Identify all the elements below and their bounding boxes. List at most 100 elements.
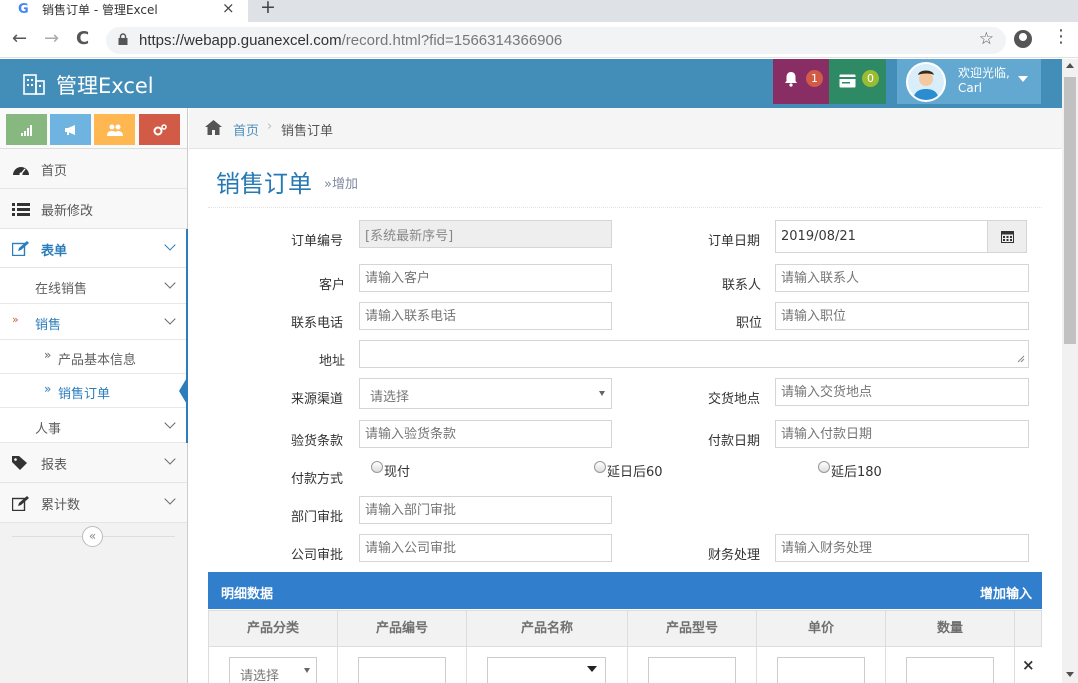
active-border (186, 229, 188, 443)
phone-field[interactable] (359, 302, 612, 330)
forward-icon[interactable]: → (44, 28, 59, 49)
dept-approval-label: 部门审批 (291, 510, 344, 525)
radio-label: 延后180 (831, 465, 882, 480)
sidebar-item-online-sales[interactable]: 在线销售 (0, 268, 187, 304)
radio-pay-60[interactable] (594, 461, 606, 473)
cogs-icon (153, 124, 167, 136)
company-approval-field[interactable] (359, 534, 612, 562)
messages-button[interactable]: 0 (829, 59, 886, 104)
edit-icon (12, 496, 29, 511)
source-label: 来源渠道 (291, 392, 344, 407)
sidebar-item-label: 报表 (41, 458, 68, 473)
product-code-field[interactable] (358, 657, 446, 683)
finance-field[interactable] (775, 534, 1029, 562)
scroll-up-icon[interactable] (1066, 63, 1074, 68)
chevron-down-icon (164, 313, 176, 325)
sidebar-item-recent[interactable]: 最新修改 (0, 189, 187, 229)
browser-menu-icon[interactable]: ⋮ (1052, 26, 1070, 47)
category-select-value: 请选择 (240, 669, 280, 683)
calendar-icon (1001, 231, 1014, 243)
page-subtitle: »增加 (324, 177, 358, 192)
divider (208, 207, 1042, 208)
browser-tab-strip: G 销售订单 - 管理Excel × + (0, 0, 1078, 22)
caret-down-icon (304, 668, 310, 673)
sidebar-item-hr[interactable]: 人事 (0, 408, 187, 443)
sidebar-item-forms[interactable]: 表单 (0, 229, 187, 268)
caret-down-icon (587, 666, 597, 672)
delete-row-icon[interactable]: × (1022, 656, 1035, 674)
sidebar-item-reports[interactable]: 报表 (0, 443, 187, 483)
paymethod-label: 付款方式 (291, 472, 344, 487)
settings-shortcut-button[interactable] (139, 114, 180, 145)
paydate-field[interactable] (775, 420, 1029, 448)
order-no-label: 订单编号 (291, 234, 344, 249)
quantity-field[interactable] (906, 657, 994, 683)
notification-count-badge: 1 (806, 70, 823, 87)
sidebar-item-home[interactable]: 首页 (0, 149, 187, 189)
unit-price-field[interactable] (777, 657, 865, 683)
user-name: Carl (958, 81, 982, 95)
contact-label: 联系人 (722, 278, 762, 293)
breadcrumb-home-link[interactable]: 首页 (233, 120, 259, 139)
users-icon (106, 124, 123, 136)
column-header: 产品型号 (628, 611, 757, 647)
sidebar-item-label: 最新修改 (41, 204, 94, 219)
position-field[interactable] (775, 302, 1029, 330)
double-angle-right-icon: » (44, 348, 52, 362)
add-row-button[interactable]: 增加输入 (980, 583, 1032, 602)
source-select[interactable]: 请选择 (359, 378, 612, 409)
sidebar-collapse-button[interactable]: « (82, 526, 103, 547)
column-header: 产品编号 (338, 611, 467, 647)
app-header: 管理Excel 1 0 欢迎光临, Carl (0, 59, 1062, 108)
back-icon[interactable]: ← (12, 28, 27, 49)
column-header: 单价 (757, 611, 886, 647)
order-date-field[interactable] (775, 220, 988, 253)
user-menu[interactable]: 欢迎光临, Carl (897, 59, 1041, 104)
url-text: https://webapp.guanexcel.com/record.html… (139, 32, 563, 49)
chevron-down-icon (164, 277, 176, 289)
address-bar[interactable]: https://webapp.guanexcel.com/record.html… (106, 27, 1006, 54)
bell-icon (785, 72, 797, 87)
sidebar-item-sales-order[interactable]: » 销售订单 (0, 374, 187, 408)
reload-icon[interactable]: C (76, 28, 89, 49)
source-select-value: 请选择 (370, 390, 410, 405)
brand-title[interactable]: 管理Excel (56, 70, 154, 100)
announce-shortcut-button[interactable] (50, 114, 91, 145)
column-header: 产品分类 (209, 611, 338, 647)
sidebar-item-label: 累计数 (41, 498, 81, 513)
contact-field[interactable] (775, 264, 1029, 292)
stats-shortcut-button[interactable] (6, 114, 47, 145)
breadcrumb: 首页 › 销售订单 (189, 108, 1062, 149)
browser-tab[interactable]: G 销售订单 - 管理Excel × (0, 0, 248, 22)
close-icon[interactable]: × (222, 0, 235, 17)
inspection-field[interactable] (359, 420, 612, 448)
customer-label: 客户 (319, 278, 346, 293)
address-field[interactable] (359, 340, 1029, 368)
notifications-button[interactable]: 1 (773, 59, 829, 104)
column-header: 数量 (886, 611, 1015, 647)
new-tab-icon[interactable]: + (260, 0, 276, 18)
scrollbar-thumb[interactable] (1064, 77, 1076, 344)
delivery-label: 交货地点 (708, 392, 761, 407)
tab-title: 销售订单 - 管理Excel (42, 3, 158, 17)
customer-field[interactable] (359, 264, 612, 292)
building-icon (23, 74, 45, 95)
calendar-button[interactable] (987, 220, 1027, 253)
bookmark-star-icon[interactable]: ☆ (979, 29, 994, 49)
delivery-field[interactable] (775, 378, 1029, 406)
sidebar-item-product-info[interactable]: » 产品基本信息 (0, 340, 187, 374)
sidebar-item-label: 表单 (41, 244, 68, 259)
sidebar-item-sales[interactable]: » 销售 (0, 304, 187, 340)
home-icon (205, 120, 222, 135)
users-shortcut-button[interactable] (94, 114, 135, 145)
avatar (906, 62, 946, 102)
radio-pay-180[interactable] (818, 461, 830, 473)
radio-pay-now[interactable] (371, 461, 383, 473)
favicon-icon: G (18, 2, 29, 17)
dept-approval-field[interactable] (359, 496, 612, 524)
sidebar-item-cumulative[interactable]: 累计数 (0, 483, 187, 523)
finance-label: 财务处理 (708, 548, 761, 563)
account-icon[interactable] (1014, 30, 1032, 48)
product-model-field[interactable] (648, 657, 736, 683)
scroll-down-icon[interactable] (1066, 672, 1074, 677)
